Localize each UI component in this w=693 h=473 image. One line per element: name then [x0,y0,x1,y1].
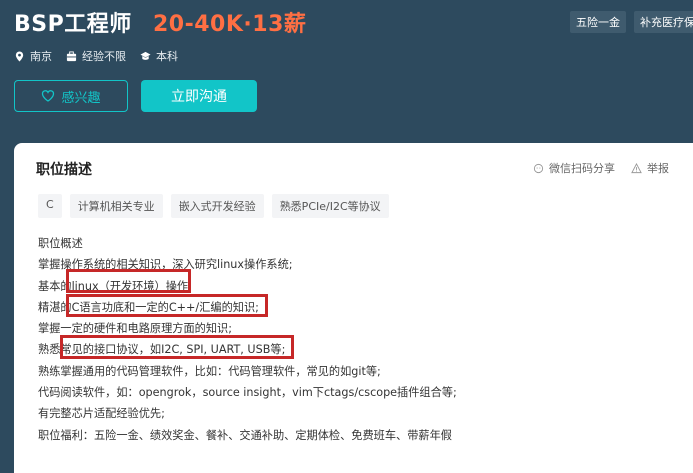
interest-button[interactable]: 感兴趣 [14,80,128,112]
meta-education: 本科 [140,48,178,64]
benefit-tag: 补充医疗保 [634,11,693,33]
meta-experience: 经验不限 [66,48,126,64]
job-salary: 20-40K·13薪 [153,12,307,37]
skill-tag: 计算机相关专业 [69,194,163,218]
chat-now-button[interactable]: 立即沟通 [141,80,257,112]
meta-experience-text: 经验不限 [82,50,126,63]
highlight-box-c-language [66,294,268,317]
skill-tag: 嵌入式开发经验 [170,194,264,218]
highlight-box-linux [66,269,191,293]
skill-tags: C 计算机相关专业 嵌入式开发经验 熟悉PCIe/I2C等协议 [38,194,389,218]
wechat-share-label: 微信扫码分享 [549,162,615,175]
job-header: BSP工程师 20-40K·13薪 五险一金 补充医疗保 南京 经验不限 本科 … [0,0,693,137]
benefit-tags: 五险一金 补充医疗保 [570,11,693,33]
job-title: BSP工程师 [14,12,132,37]
meta-education-text: 本科 [156,50,178,63]
graduation-cap-icon [140,51,151,60]
description-line: 有完整芯片适配经验优先; [38,407,165,421]
wechat-icon [533,163,544,173]
description-line: 熟练掌握通用的代码管理软件，比如：代码管理软件，常见的如git等; [38,364,381,378]
report-link[interactable]: 举报 [631,160,669,176]
meta-location: 南京 [14,48,52,64]
interest-button-label: 感兴趣 [61,90,101,106]
description-line: 职位概述 [38,237,83,250]
job-meta: 南京 经验不限 本科 [14,48,178,64]
briefcase-icon [66,50,77,61]
skill-tag: C [38,194,62,218]
report-label: 举报 [647,162,669,175]
highlight-box-protocols [60,335,294,359]
warning-icon [631,162,642,173]
location-pin-icon [15,50,24,62]
section-title: 职位描述 [36,162,92,178]
skill-tag: 熟悉PCIe/I2C等协议 [271,194,389,218]
description-line: 职位福利：五险一金、绩效奖金、餐补、交通补助、定期体检、免费班车、带薪年假 [38,428,452,442]
card-actions: 微信扫码分享 举报 [533,160,669,176]
meta-location-text: 南京 [30,50,52,63]
description-line: 代码阅读软件，如：opengrok，source insight，vim下cta… [38,386,457,400]
benefit-tag: 五险一金 [570,11,626,33]
heart-icon [42,90,55,102]
wechat-share-link[interactable]: 微信扫码分享 [533,160,615,176]
